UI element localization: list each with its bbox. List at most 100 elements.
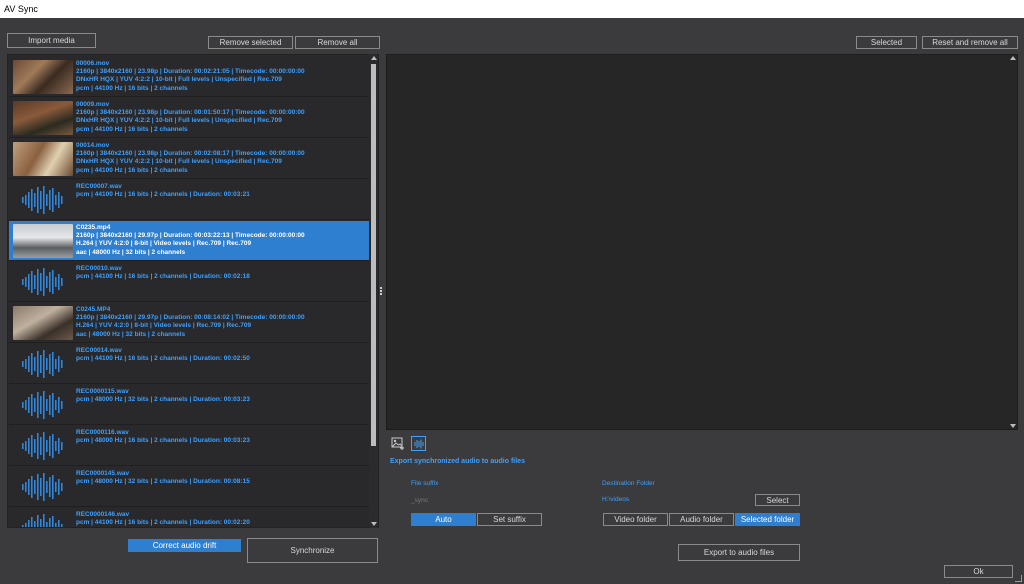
media-details: pcm | 44100 Hz | 16 bits | 2 channels | … <box>76 191 250 199</box>
media-details: DNxHR HQX | YUV 4:2:2 | 10-bit | Full le… <box>76 117 282 125</box>
media-filename: REC00007.wav <box>76 183 122 190</box>
media-list-item[interactable]: 00014.mov 2160p | 3840x2160 | 23.98p | Du… <box>9 139 370 179</box>
media-filename: REC0000116.wav <box>76 429 129 436</box>
media-details: 2160p | 3840x2160 | 23.98p | Duration: 0… <box>76 150 305 158</box>
media-details: aac | 48000 Hz | 32 bits | 2 channels <box>76 248 186 256</box>
export-video-mode-icon[interactable] <box>390 436 405 451</box>
media-filename: REC00014.wav <box>76 347 122 354</box>
auto-suffix-button[interactable]: Auto <box>411 513 476 526</box>
video-folder-button[interactable]: Video folder <box>603 513 668 526</box>
synchronize-button[interactable]: Synchronize <box>247 538 378 563</box>
scroll-down-arrow-icon[interactable] <box>371 522 377 526</box>
media-info: C0235.mp4 2160p | 3840x2160 | 29.97p | Du… <box>76 224 366 257</box>
ok-button[interactable]: Ok <box>944 565 1013 578</box>
media-info: REC00007.wav pcm | 44100 Hz | 16 bits | 2… <box>76 183 366 199</box>
media-list-item[interactable]: REC00014.wav pcm | 44100 Hz | 16 bits | 2… <box>9 344 370 384</box>
audio-waveform-icon <box>13 470 73 504</box>
media-filename: REC0000115.wav <box>76 388 129 395</box>
media-details: H.264 | YUV 4:2:0 | 8-bit | Video levels… <box>76 240 252 248</box>
media-list[interactable]: 00006.mov 2160p | 3840x2160 | 23.98p | Du… <box>7 54 379 528</box>
selected-folder-button[interactable]: Selected folder <box>735 513 800 526</box>
remove-all-button[interactable]: Remove all <box>295 36 380 49</box>
media-info: 00006.mov 2160p | 3840x2160 | 23.98p | Du… <box>76 60 366 93</box>
title-bar: AV Sync <box>0 0 1024 18</box>
scroll-up-arrow-icon[interactable] <box>1010 56 1016 60</box>
media-list-scrollbar[interactable] <box>369 54 378 528</box>
reset-remove-all-button[interactable]: Reset and remove all <box>922 36 1018 49</box>
media-list-item[interactable]: 00009.mov 2160p | 3840x2160 | 23.98p | Du… <box>9 98 370 138</box>
scroll-down-arrow-icon[interactable] <box>1010 424 1016 428</box>
media-details: H.264 | YUV 4:2:0 | 8-bit | Video levels… <box>76 322 252 330</box>
video-thumbnail <box>13 306 73 340</box>
media-details: pcm | 44100 Hz | 16 bits | 2 channels <box>76 125 188 133</box>
media-list-item[interactable]: REC00010.wav pcm | 44100 Hz | 16 bits | 2… <box>9 262 370 302</box>
video-thumbnail <box>13 142 73 176</box>
media-details: aac | 48000 Hz | 32 bits | 2 channels <box>76 330 186 338</box>
file-suffix-label: File suffix <box>411 480 439 487</box>
media-list-item[interactable]: REC0000115.wav pcm | 48000 Hz | 32 bits |… <box>9 385 370 425</box>
set-suffix-button[interactable]: Set suffix <box>477 513 542 526</box>
media-details: pcm | 48000 Hz | 32 bits | 2 channels | … <box>76 396 250 404</box>
media-details: pcm | 48000 Hz | 16 bits | 2 channels | … <box>76 437 250 445</box>
audio-waveform-icon <box>13 429 73 463</box>
media-list-item[interactable]: C0235.mp4 2160p | 3840x2160 | 29.97p | Du… <box>9 221 370 261</box>
export-audio-mode-icon[interactable] <box>411 436 426 451</box>
media-info: REC0000145.wav pcm | 48000 Hz | 32 bits |… <box>76 470 366 486</box>
selected-button[interactable]: Selected <box>856 36 917 49</box>
media-filename: REC0000146.wav <box>76 511 130 518</box>
media-list-item[interactable]: REC0000146.wav pcm | 44100 Hz | 16 bits |… <box>9 508 370 527</box>
suffix-value: _sync <box>411 497 428 504</box>
media-filename: 00006.mov <box>76 60 110 67</box>
media-details: DNxHR HQX | YUV 4:2:2 | 10-bit | Full le… <box>76 158 282 166</box>
video-thumbnail <box>13 101 73 135</box>
media-filename: 00009.mov <box>76 101 110 108</box>
export-audio-files-button[interactable]: Export to audio files <box>678 544 800 561</box>
media-details: pcm | 48000 Hz | 32 bits | 2 channels | … <box>76 478 250 486</box>
audio-waveform-icon <box>13 347 73 381</box>
resize-grip-icon[interactable] <box>1015 575 1022 582</box>
media-filename: REC00010.wav <box>76 265 122 272</box>
media-filename: C0235.mp4 <box>76 224 111 231</box>
media-filename: REC0000145.wav <box>76 470 130 477</box>
audio-waveform-icon <box>13 265 73 299</box>
media-filename: 00014.mov <box>76 142 110 149</box>
destination-path: H:\videos <box>602 496 630 503</box>
media-details: pcm | 44100 Hz | 16 bits | 2 channels <box>76 84 188 92</box>
export-heading: Export synchronized audio to audio files <box>390 458 525 465</box>
correct-audio-drift-button[interactable]: Correct audio drift <box>128 539 241 552</box>
media-details: pcm | 44100 Hz | 16 bits | 2 channels | … <box>76 519 250 527</box>
preview-scrollbar[interactable] <box>1008 54 1017 430</box>
destination-folder-label: Destination Folder <box>602 480 655 487</box>
media-details: pcm | 44100 Hz | 16 bits | 2 channels | … <box>76 355 250 363</box>
panel-splitter[interactable] <box>380 286 383 298</box>
media-info: C0245.MP4 2160p | 3840x2160 | 29.97p | Du… <box>76 306 366 339</box>
import-media-button[interactable]: Import media <box>7 33 96 48</box>
media-details: 2160p | 3840x2160 | 29.97p | Duration: 0… <box>76 232 305 240</box>
select-folder-button[interactable]: Select <box>755 494 800 506</box>
audio-waveform-icon <box>13 183 73 217</box>
media-info: 00009.mov 2160p | 3840x2160 | 23.98p | Du… <box>76 101 366 134</box>
media-details: pcm | 44100 Hz | 16 bits | 2 channels | … <box>76 273 250 281</box>
remove-selected-button[interactable]: Remove selected <box>208 36 293 49</box>
media-details: DNxHR HQX | YUV 4:2:2 | 10-bit | Full le… <box>76 76 282 84</box>
video-thumbnail <box>13 60 73 94</box>
scroll-up-arrow-icon[interactable] <box>371 56 377 60</box>
media-info: REC0000115.wav pcm | 48000 Hz | 32 bits |… <box>76 388 366 404</box>
media-details: 2160p | 3840x2160 | 23.98p | Duration: 0… <box>76 109 305 117</box>
media-list-item[interactable]: REC0000116.wav pcm | 48000 Hz | 16 bits |… <box>9 426 370 466</box>
window-title: AV Sync <box>4 4 38 14</box>
media-list-item[interactable]: REC0000145.wav pcm | 48000 Hz | 32 bits |… <box>9 467 370 507</box>
media-info: REC0000116.wav pcm | 48000 Hz | 16 bits |… <box>76 429 366 445</box>
video-thumbnail <box>13 224 73 258</box>
media-details: 2160p | 3840x2160 | 23.98p | Duration: 0… <box>76 68 305 76</box>
media-list-item[interactable]: 00006.mov 2160p | 3840x2160 | 23.98p | Du… <box>9 57 370 97</box>
media-details: pcm | 44100 Hz | 16 bits | 2 channels <box>76 166 188 174</box>
media-list-item[interactable]: C0245.MP4 2160p | 3840x2160 | 29.97p | Du… <box>9 303 370 343</box>
audio-waveform-icon <box>13 511 73 527</box>
media-filename: C0245.MP4 <box>76 306 111 313</box>
media-info: REC0000146.wav pcm | 44100 Hz | 16 bits |… <box>76 511 366 527</box>
media-details: 2160p | 3840x2160 | 29.97p | Duration: 0… <box>76 314 305 322</box>
media-list-item[interactable]: REC00007.wav pcm | 44100 Hz | 16 bits | 2… <box>9 180 370 220</box>
audio-folder-button[interactable]: Audio folder <box>669 513 734 526</box>
scrollbar-thumb[interactable] <box>371 64 376 446</box>
